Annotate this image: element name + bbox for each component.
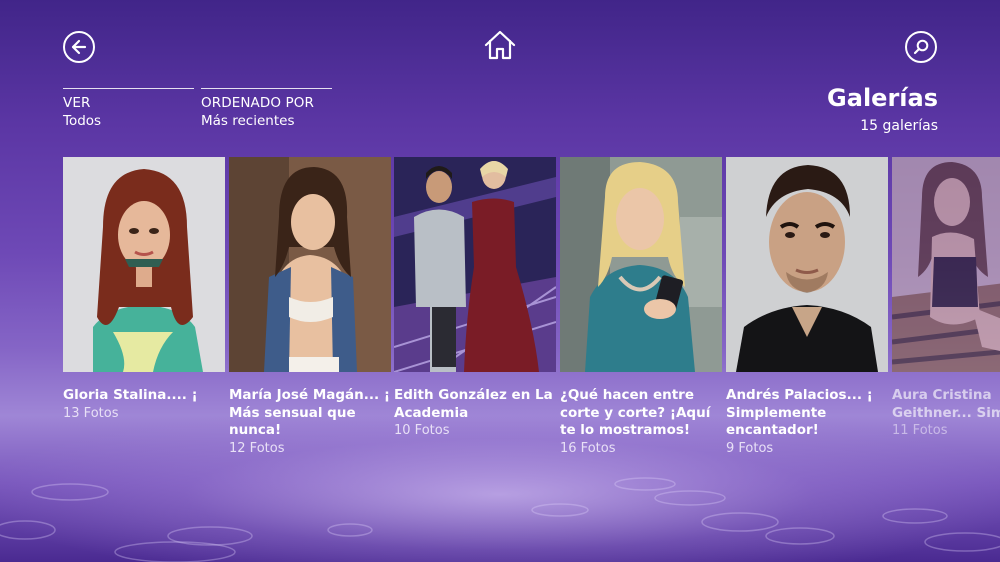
sort-filter-label: ORDENADO POR: [201, 95, 314, 111]
gallery-thumbnail: [560, 157, 722, 372]
gallery-thumbnail: [63, 157, 225, 372]
gallery-count: 15 galerías: [860, 118, 938, 134]
gallery-list: Gloria Stalina.... ¡ 13 Fotos María José…: [63, 157, 1000, 457]
gallery-title: ¿Qué hacen entre corte y corte? ¡Aquí te…: [560, 387, 711, 438]
view-filter-value: Todos: [63, 113, 102, 129]
gallery-photo-count: 13 Fotos: [63, 405, 119, 421]
gallery-tile[interactable]: María José Magán... ¡ Más sensual que nu…: [229, 157, 391, 457]
gallery-photo-count: 11 Fotos: [892, 423, 948, 438]
background-bubbles: [0, 440, 1000, 562]
gallery-thumbnail: [394, 157, 556, 372]
gallery-photo-count: 10 Fotos: [394, 423, 450, 438]
gallery-photo-count: 12 Fotos: [229, 440, 285, 456]
gallery-photo-count: 16 Fotos: [560, 440, 616, 456]
gallery-tile[interactable]: Aura Cristina Geithner... Simp 11 Fotos: [892, 157, 1000, 439]
gallery-tile[interactable]: ¿Qué hacen entre corte y corte? ¡Aquí te…: [560, 157, 722, 457]
gallery-thumbnail: [892, 157, 1000, 372]
sort-filter-value: Más recientes: [201, 113, 295, 129]
gallery-photo-count: 9 Fotos: [726, 440, 774, 456]
photo-woman-lingerie: [892, 157, 1000, 372]
photo-woman-curly-hair: [63, 157, 225, 372]
photo-man-portrait: [726, 157, 888, 372]
gallery-thumbnail: [229, 157, 391, 372]
gallery-tile[interactable]: Andrés Palacios... ¡ Simplemente encanta…: [726, 157, 888, 457]
arrow-left-icon: [71, 39, 87, 55]
gallery-title: Aura Cristina Geithner... Simp: [892, 387, 1000, 421]
search-button[interactable]: [905, 31, 937, 63]
photo-woman-denim-vest: [229, 157, 391, 372]
gallery-title: Edith González en La Academia: [394, 387, 553, 421]
view-filter[interactable]: VER Todos: [63, 88, 194, 131]
search-icon: [913, 39, 929, 55]
home-button[interactable]: [483, 28, 517, 62]
back-button[interactable]: [63, 31, 95, 63]
home-icon: [484, 30, 516, 60]
view-filter-label: VER: [63, 95, 91, 111]
gallery-title: María José Magán... ¡ Más sensual que nu…: [229, 387, 390, 438]
page-title: Galerías: [827, 84, 938, 112]
photo-couple-stage: [394, 157, 556, 372]
sort-filter[interactable]: ORDENADO POR Más recientes: [201, 88, 332, 131]
gallery-title: Gloria Stalina.... ¡: [63, 387, 198, 403]
gallery-thumbnail: [726, 157, 888, 372]
gallery-tile[interactable]: Edith González en La Academia 10 Fotos: [394, 157, 556, 439]
gallery-title: Andrés Palacios... ¡ Simplemente encanta…: [726, 387, 873, 438]
photo-woman-phone: [560, 157, 722, 372]
gallery-tile[interactable]: Gloria Stalina.... ¡ 13 Fotos: [63, 157, 225, 422]
page-header: Galerías 15 galerías: [827, 82, 938, 138]
